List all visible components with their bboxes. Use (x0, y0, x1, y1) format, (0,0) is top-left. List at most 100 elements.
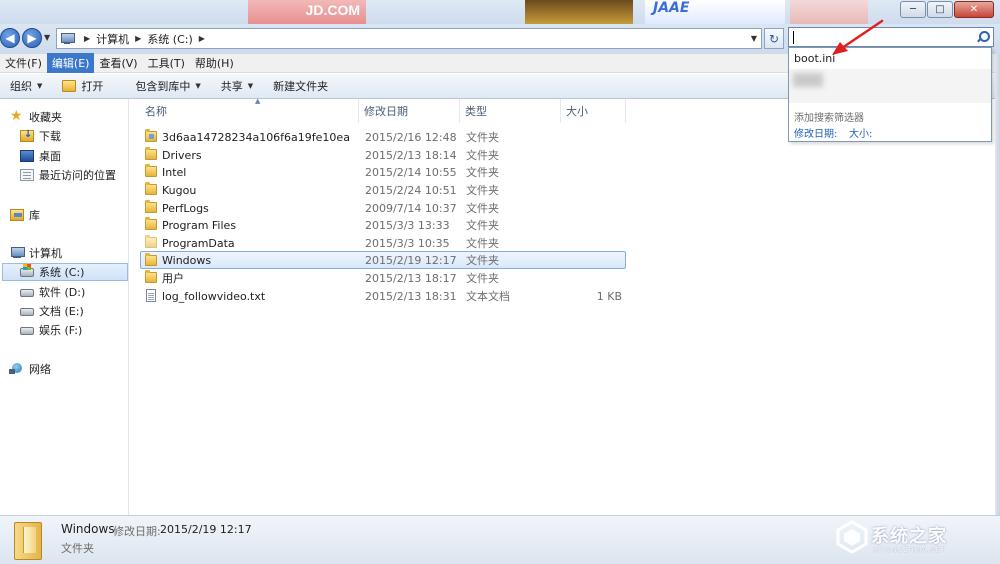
chevron-down-icon: ▼ (37, 82, 43, 90)
table-row[interactable]: Program Files 2015/3/3 13:33 文件夹 (141, 216, 626, 234)
folder-icon (145, 129, 157, 142)
chevron-right-icon[interactable]: ▶ (199, 34, 205, 43)
column-header-size[interactable]: 大小 (561, 99, 626, 123)
star-icon (10, 108, 24, 124)
column-header-name[interactable]: 名称 ▲ (140, 97, 359, 123)
include-library-button[interactable]: 包含到库中 ▼ (125, 74, 210, 99)
details-name: Windows (61, 522, 115, 536)
nav-drive-c-label: 系统 (C:) (39, 266, 85, 279)
file-type: 文件夹 (466, 149, 499, 162)
nav-drive-f[interactable]: 娱乐 (F:) (20, 321, 82, 339)
table-row[interactable]: 3d6aa14728234a106f6a19fe10ea 2015/2/16 1… (141, 128, 626, 146)
column-type-label: 类型 (465, 105, 487, 118)
nav-drive-e[interactable]: 文档 (E:) (20, 302, 84, 320)
nav-recent[interactable]: 最近访问的位置 (20, 166, 116, 184)
table-row[interactable]: PerfLogs 2009/7/14 10:37 文件夹 (141, 199, 626, 217)
nav-drive-d[interactable]: 软件 (D:) (20, 283, 85, 301)
file-name: Windows (162, 253, 212, 267)
column-headers: 名称 ▲ 修改日期 类型 大小 (130, 97, 630, 123)
search-filter-date-link[interactable]: 修改日期: (794, 125, 837, 140)
menu-help[interactable]: 帮助(H) (190, 53, 239, 73)
search-icon[interactable] (976, 31, 990, 43)
nav-computer[interactable]: 计算机 (10, 244, 62, 262)
column-name-label: 名称 (145, 105, 167, 118)
open-button[interactable]: 打开 (52, 74, 113, 99)
folder-icon (145, 235, 157, 248)
forward-button[interactable]: ▶ (22, 28, 42, 48)
chevron-right-icon[interactable]: ▶ (135, 34, 141, 43)
search-input[interactable] (788, 27, 994, 47)
file-name: 3d6aa14728234a106f6a19fe10ea (162, 130, 350, 144)
file-name: Intel (162, 165, 187, 179)
blurred-content (793, 73, 823, 87)
file-type: 文件夹 (466, 131, 499, 144)
sort-ascending-icon: ▲ (255, 97, 261, 105)
address-dropdown-icon[interactable]: ▼ (751, 34, 757, 43)
table-row[interactable]: ProgramData 2015/3/3 10:35 文件夹 (141, 234, 626, 252)
file-type: 文件夹 (466, 272, 499, 285)
column-size-label: 大小 (566, 105, 588, 118)
recent-places-icon (20, 169, 34, 181)
file-name: log_followvideo.txt (162, 289, 266, 303)
file-name: Kugou (162, 183, 197, 197)
new-folder-button[interactable]: 新建文件夹 (263, 74, 338, 99)
maximize-button[interactable]: □ (927, 1, 953, 18)
menu-view[interactable]: 查看(V) (94, 53, 142, 73)
table-row[interactable]: Intel 2015/2/14 10:55 文件夹 (141, 163, 626, 181)
table-row[interactable]: 用户 2015/2/13 18:17 文件夹 (141, 269, 626, 287)
right-edge-strip (995, 54, 1000, 524)
chevron-down-icon: ▼ (195, 82, 201, 90)
nav-downloads-label: 下载 (39, 130, 61, 143)
nav-computer-label: 计算机 (29, 247, 62, 260)
refresh-button[interactable]: ↻ (764, 28, 784, 49)
folder-icon (145, 200, 157, 213)
table-row[interactable]: log_followvideo.txt 2015/2/13 18:31 文本文档… (141, 287, 626, 305)
close-button[interactable]: ✕ (954, 1, 994, 18)
chevron-right-icon[interactable]: ▶ (84, 34, 90, 43)
file-date: 2015/3/3 10:35 (365, 236, 450, 250)
organize-button[interactable]: 组织 ▼ (0, 74, 52, 99)
menu-edit[interactable]: 编辑(E) (46, 53, 95, 73)
nav-drive-c[interactable]: 系统 (C:) (2, 263, 128, 281)
folder-icon (145, 182, 157, 195)
file-type: 文件夹 (466, 254, 499, 267)
menu-tools[interactable]: 工具(T) (143, 53, 190, 73)
nav-libraries-label: 库 (29, 209, 40, 222)
recent-pages-chevron-icon[interactable]: ▼ (44, 33, 50, 42)
table-row-selected[interactable]: Windows 2015/2/19 12:17 文件夹 (140, 251, 626, 269)
file-date: 2015/2/13 18:14 (365, 148, 457, 162)
share-button[interactable]: 共享 ▼ (211, 74, 263, 99)
drive-icon (20, 308, 34, 316)
file-date: 2015/2/16 12:48 (365, 130, 457, 144)
nav-downloads[interactable]: 下载 (20, 127, 61, 145)
menu-file[interactable]: 文件(F) (0, 53, 47, 73)
nav-favorites[interactable]: 收藏夹 (10, 108, 62, 126)
nav-desktop[interactable]: 桌面 (20, 147, 61, 165)
drive-icon (20, 289, 34, 297)
banner-ad-image (525, 0, 633, 24)
minimize-button[interactable]: ─ (900, 1, 926, 18)
table-row[interactable]: Kugou 2015/2/24 10:51 文件夹 (141, 181, 626, 199)
share-label: 共享 (220, 80, 243, 93)
search-filter-size-link[interactable]: 大小: (849, 125, 872, 140)
watermark-logo-icon (836, 520, 868, 554)
column-header-type[interactable]: 类型 (460, 99, 561, 123)
column-header-date[interactable]: 修改日期 (359, 99, 460, 123)
nav-network-label: 网络 (29, 363, 51, 376)
file-type: 文件夹 (466, 166, 499, 179)
file-date: 2015/2/14 10:55 (365, 165, 457, 179)
nav-network[interactable]: 网络 (9, 360, 51, 378)
address-bar[interactable]: ▶ 计算机 ▶ 系统 (C:) ▶ ▼ (56, 28, 762, 49)
text-file-icon (146, 289, 156, 302)
file-type: 文件夹 (466, 184, 499, 197)
breadcrumb-drive-c[interactable]: 系统 (C:) (147, 31, 192, 47)
nav-libraries[interactable]: 库 (10, 206, 40, 224)
table-row[interactable]: Drivers 2015/2/13 18:14 文件夹 (141, 146, 626, 164)
network-icon (9, 363, 24, 375)
search-filter-label: 添加搜索筛选器 (794, 113, 864, 124)
library-icon (10, 209, 24, 221)
breadcrumb-computer[interactable]: 计算机 (96, 31, 129, 47)
open-folder-icon (62, 80, 77, 92)
back-button[interactable]: ◀ (0, 28, 20, 48)
watermark-subtext: XITONGZHIJIA.NET (873, 546, 946, 554)
